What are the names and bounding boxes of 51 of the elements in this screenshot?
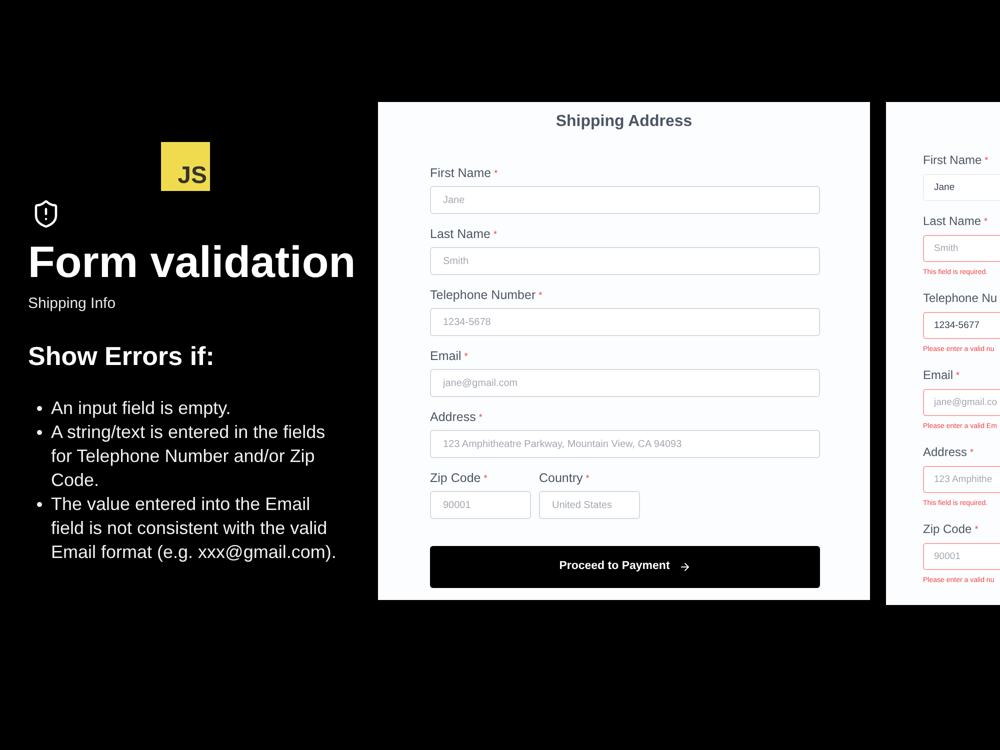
field-label: Telephone Nu [923, 290, 998, 306]
field-label: Address [923, 444, 968, 460]
bullet-icon [37, 430, 42, 434]
required-asterisk: * [956, 369, 960, 382]
required-asterisk: * [494, 167, 498, 180]
proceed-to-payment-button[interactable]: Proceed to Payment [430, 546, 820, 588]
input-field[interactable]: 1234-5678 [430, 308, 820, 336]
required-asterisk: * [478, 411, 482, 424]
required-asterisk: * [984, 154, 988, 167]
field-label: First Name [430, 165, 492, 181]
field-label: Email [430, 348, 462, 364]
rule-text: An input field is empty. [51, 397, 232, 420]
field-label: Zip Code [430, 470, 481, 486]
input-field[interactable]: jane@gmail.co [923, 389, 1000, 416]
input-field[interactable]: 1234-5677 [923, 312, 1000, 339]
rule-text: The value entered into the Email field is not consistent with the valid Email format (e.g. xxx@gmail.com). [51, 493, 338, 564]
input-field[interactable]: Jane [923, 174, 1000, 201]
page-title: Form validation [28, 238, 357, 288]
input-field[interactable]: jane@gmail.com [430, 369, 820, 397]
field-label: Country [539, 470, 583, 486]
required-asterisk: * [974, 523, 978, 536]
required-asterisk: * [538, 289, 542, 302]
bullet-icon [37, 502, 42, 506]
field-label: Telephone Number [430, 287, 536, 303]
field-label: Email [923, 367, 954, 383]
input-field[interactable]: 123 Amphithe [923, 466, 1000, 493]
field-label: Address [430, 409, 476, 425]
field-label: Zip Code [923, 521, 972, 537]
required-asterisk: * [493, 228, 497, 241]
required-asterisk: * [970, 446, 974, 459]
input-field[interactable]: Smith [923, 235, 1000, 262]
subtitle: Shipping Info [28, 294, 117, 314]
required-asterisk: * [984, 215, 988, 228]
bullet-icon [37, 406, 42, 410]
input-field[interactable]: 90001 [430, 491, 531, 519]
logo: JS [161, 142, 210, 191]
field-label: Last Name [923, 213, 982, 229]
form-title: Shipping Address [556, 112, 692, 132]
rule-text: A string/text is entered in the fields for Telephone Number and/or Zip Code. [51, 421, 326, 492]
input-field[interactable]: 123 Amphitheatre Parkway, Mountain View, CA 94093 [430, 430, 820, 458]
required-asterisk: * [586, 472, 590, 485]
input-field[interactable]: 90001 [923, 543, 1000, 570]
input-field[interactable]: Jane [430, 186, 820, 214]
input-field[interactable]: United States [539, 491, 640, 519]
required-asterisk: * [464, 350, 468, 363]
field-label: First Name [923, 152, 982, 168]
input-field[interactable]: Smith [430, 247, 820, 275]
arrow-right-icon [678, 561, 691, 573]
section-heading: Show Errors if: [28, 340, 216, 372]
field-label: Last Name [430, 226, 490, 242]
required-asterisk: * [484, 472, 488, 485]
